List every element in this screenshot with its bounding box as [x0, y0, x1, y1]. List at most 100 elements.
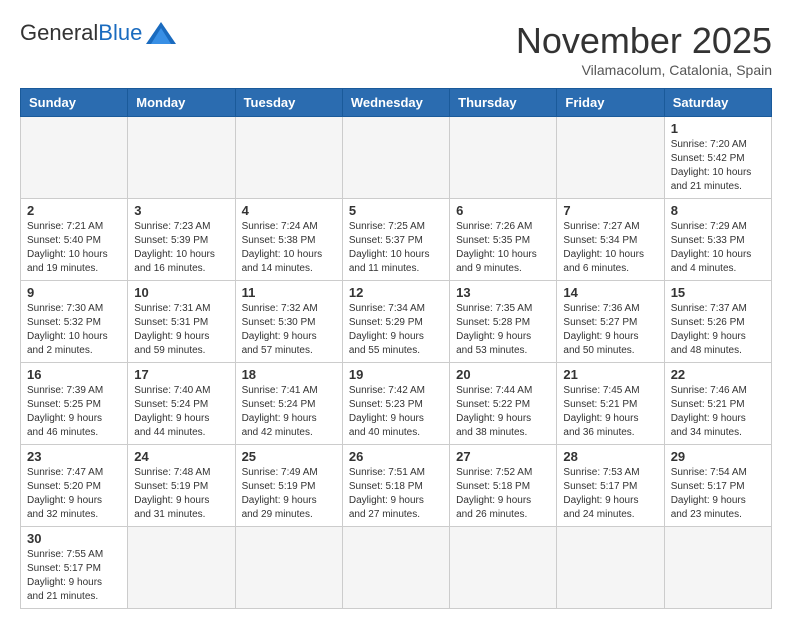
- day-number: 11: [242, 285, 336, 300]
- day-info: Sunrise: 7:44 AM Sunset: 5:22 PM Dayligh…: [456, 384, 550, 440]
- day-number: 22: [671, 367, 765, 382]
- calendar-week-row: 1Sunrise: 7:20 AM Sunset: 5:42 PM Daylig…: [21, 117, 772, 199]
- day-info: Sunrise: 7:23 AM Sunset: 5:39 PM Dayligh…: [134, 220, 228, 276]
- day-info: Sunrise: 7:46 AM Sunset: 5:21 PM Dayligh…: [671, 384, 765, 440]
- day-info: Sunrise: 7:45 AM Sunset: 5:21 PM Dayligh…: [563, 384, 657, 440]
- calendar-day-cell: 12 Sunrise: 7:34 AM Sunset: 5:29 PM Dayli…: [342, 281, 449, 363]
- day-number: 29: [671, 449, 765, 464]
- day-info: Sunrise: 7:31 AM Sunset: 5:31 PM Dayligh…: [134, 302, 228, 358]
- calendar-day-cell: 5 Sunrise: 7:25 AM Sunset: 5:37 PM Daylig…: [342, 199, 449, 281]
- logo-blue-text: Blue: [98, 20, 142, 46]
- calendar-week-row: 30 Sunrise: 7:55 AM Sunset: 5:17 PM Dayli…: [21, 527, 772, 609]
- day-info: Sunrise: 7:54 AM Sunset: 5:17 PM Dayligh…: [671, 466, 765, 522]
- calendar-day-cell: 3 Sunrise: 7:23 AM Sunset: 5:39 PM Daylig…: [128, 199, 235, 281]
- day-info: Sunrise: 7:32 AM Sunset: 5:30 PM Dayligh…: [242, 302, 336, 358]
- calendar-day-cell: 2 Sunrise: 7:21 AM Sunset: 5:40 PM Daylig…: [21, 199, 128, 281]
- logo-general-text: General: [20, 20, 98, 46]
- day-number: 21: [563, 367, 657, 382]
- day-info: Sunrise: 7:39 AM Sunset: 5:25 PM Dayligh…: [27, 384, 121, 440]
- calendar-day-cell: 21 Sunrise: 7:45 AM Sunset: 5:21 PM Dayli…: [557, 363, 664, 445]
- calendar-day-cell: [450, 117, 557, 199]
- day-info: Sunrise: 7:48 AM Sunset: 5:19 PM Dayligh…: [134, 466, 228, 522]
- calendar-day-cell: 20 Sunrise: 7:44 AM Sunset: 5:22 PM Dayli…: [450, 363, 557, 445]
- month-title: November 2025: [516, 20, 772, 62]
- day-number: 13: [456, 285, 550, 300]
- day-number: 30: [27, 531, 121, 546]
- day-number: 20: [456, 367, 550, 382]
- calendar-day-cell: 27 Sunrise: 7:52 AM Sunset: 5:18 PM Dayli…: [450, 445, 557, 527]
- calendar-day-cell: [128, 117, 235, 199]
- day-number: 25: [242, 449, 336, 464]
- day-info: Sunrise: 7:49 AM Sunset: 5:19 PM Dayligh…: [242, 466, 336, 522]
- calendar-day-cell: 13Sunrise: 7:35 AM Sunset: 5:28 PM Dayli…: [450, 281, 557, 363]
- day-number: 12: [349, 285, 443, 300]
- day-number: 3: [134, 203, 228, 218]
- day-info: Sunrise: 7:30 AM Sunset: 5:32 PM Dayligh…: [27, 302, 121, 358]
- day-number: 18: [242, 367, 336, 382]
- calendar-day-cell: [235, 117, 342, 199]
- weekday-header-saturday: Saturday: [664, 89, 771, 117]
- calendar: SundayMondayTuesdayWednesdayThursdayFrid…: [20, 88, 772, 609]
- calendar-day-cell: 1Sunrise: 7:20 AM Sunset: 5:42 PM Daylig…: [664, 117, 771, 199]
- calendar-day-cell: 15Sunrise: 7:37 AM Sunset: 5:26 PM Dayli…: [664, 281, 771, 363]
- calendar-day-cell: [557, 527, 664, 609]
- day-number: 1: [671, 121, 765, 136]
- calendar-day-cell: [128, 527, 235, 609]
- day-info: Sunrise: 7:26 AM Sunset: 5:35 PM Dayligh…: [456, 220, 550, 276]
- weekday-header-wednesday: Wednesday: [342, 89, 449, 117]
- day-info: Sunrise: 7:21 AM Sunset: 5:40 PM Dayligh…: [27, 220, 121, 276]
- day-info: Sunrise: 7:42 AM Sunset: 5:23 PM Dayligh…: [349, 384, 443, 440]
- calendar-day-cell: [342, 117, 449, 199]
- day-info: Sunrise: 7:51 AM Sunset: 5:18 PM Dayligh…: [349, 466, 443, 522]
- calendar-day-cell: [557, 117, 664, 199]
- day-info: Sunrise: 7:55 AM Sunset: 5:17 PM Dayligh…: [27, 548, 121, 604]
- day-number: 8: [671, 203, 765, 218]
- day-number: 14: [563, 285, 657, 300]
- location: Vilamacolum, Catalonia, Spain: [516, 62, 772, 78]
- calendar-day-cell: 30 Sunrise: 7:55 AM Sunset: 5:17 PM Dayli…: [21, 527, 128, 609]
- calendar-day-cell: [235, 527, 342, 609]
- weekday-header-friday: Friday: [557, 89, 664, 117]
- day-info: Sunrise: 7:29 AM Sunset: 5:33 PM Dayligh…: [671, 220, 765, 276]
- day-info: Sunrise: 7:34 AM Sunset: 5:29 PM Dayligh…: [349, 302, 443, 358]
- header: General Blue November 2025 Vilamacolum, …: [20, 20, 772, 78]
- day-info: Sunrise: 7:24 AM Sunset: 5:38 PM Dayligh…: [242, 220, 336, 276]
- day-number: 2: [27, 203, 121, 218]
- calendar-day-cell: 9Sunrise: 7:30 AM Sunset: 5:32 PM Daylig…: [21, 281, 128, 363]
- calendar-day-cell: 24 Sunrise: 7:48 AM Sunset: 5:19 PM Dayli…: [128, 445, 235, 527]
- day-info: Sunrise: 7:53 AM Sunset: 5:17 PM Dayligh…: [563, 466, 657, 522]
- calendar-day-cell: 6 Sunrise: 7:26 AM Sunset: 5:35 PM Daylig…: [450, 199, 557, 281]
- calendar-day-cell: 17 Sunrise: 7:40 AM Sunset: 5:24 PM Dayli…: [128, 363, 235, 445]
- calendar-day-cell: 23Sunrise: 7:47 AM Sunset: 5:20 PM Dayli…: [21, 445, 128, 527]
- calendar-day-cell: [450, 527, 557, 609]
- calendar-day-cell: [342, 527, 449, 609]
- day-info: Sunrise: 7:40 AM Sunset: 5:24 PM Dayligh…: [134, 384, 228, 440]
- calendar-week-row: 9Sunrise: 7:30 AM Sunset: 5:32 PM Daylig…: [21, 281, 772, 363]
- day-number: 24: [134, 449, 228, 464]
- calendar-day-cell: 8 Sunrise: 7:29 AM Sunset: 5:33 PM Daylig…: [664, 199, 771, 281]
- calendar-day-cell: 28 Sunrise: 7:53 AM Sunset: 5:17 PM Dayli…: [557, 445, 664, 527]
- logo: General Blue: [20, 20, 176, 46]
- calendar-day-cell: 19Sunrise: 7:42 AM Sunset: 5:23 PM Dayli…: [342, 363, 449, 445]
- day-number: 7: [563, 203, 657, 218]
- day-number: 27: [456, 449, 550, 464]
- calendar-day-cell: 11 Sunrise: 7:32 AM Sunset: 5:30 PM Dayli…: [235, 281, 342, 363]
- calendar-day-cell: 29 Sunrise: 7:54 AM Sunset: 5:17 PM Dayli…: [664, 445, 771, 527]
- calendar-day-cell: 26Sunrise: 7:51 AM Sunset: 5:18 PM Dayli…: [342, 445, 449, 527]
- day-number: 5: [349, 203, 443, 218]
- day-number: 6: [456, 203, 550, 218]
- calendar-day-cell: 22 Sunrise: 7:46 AM Sunset: 5:21 PM Dayli…: [664, 363, 771, 445]
- calendar-day-cell: 4 Sunrise: 7:24 AM Sunset: 5:38 PM Daylig…: [235, 199, 342, 281]
- weekday-header-tuesday: Tuesday: [235, 89, 342, 117]
- day-number: 15: [671, 285, 765, 300]
- day-info: Sunrise: 7:25 AM Sunset: 5:37 PM Dayligh…: [349, 220, 443, 276]
- day-number: 4: [242, 203, 336, 218]
- day-number: 23: [27, 449, 121, 464]
- weekday-header-sunday: Sunday: [21, 89, 128, 117]
- day-number: 16: [27, 367, 121, 382]
- day-number: 28: [563, 449, 657, 464]
- day-info: Sunrise: 7:52 AM Sunset: 5:18 PM Dayligh…: [456, 466, 550, 522]
- day-number: 17: [134, 367, 228, 382]
- calendar-week-row: 16 Sunrise: 7:39 AM Sunset: 5:25 PM Dayli…: [21, 363, 772, 445]
- title-area: November 2025 Vilamacolum, Catalonia, Sp…: [516, 20, 772, 78]
